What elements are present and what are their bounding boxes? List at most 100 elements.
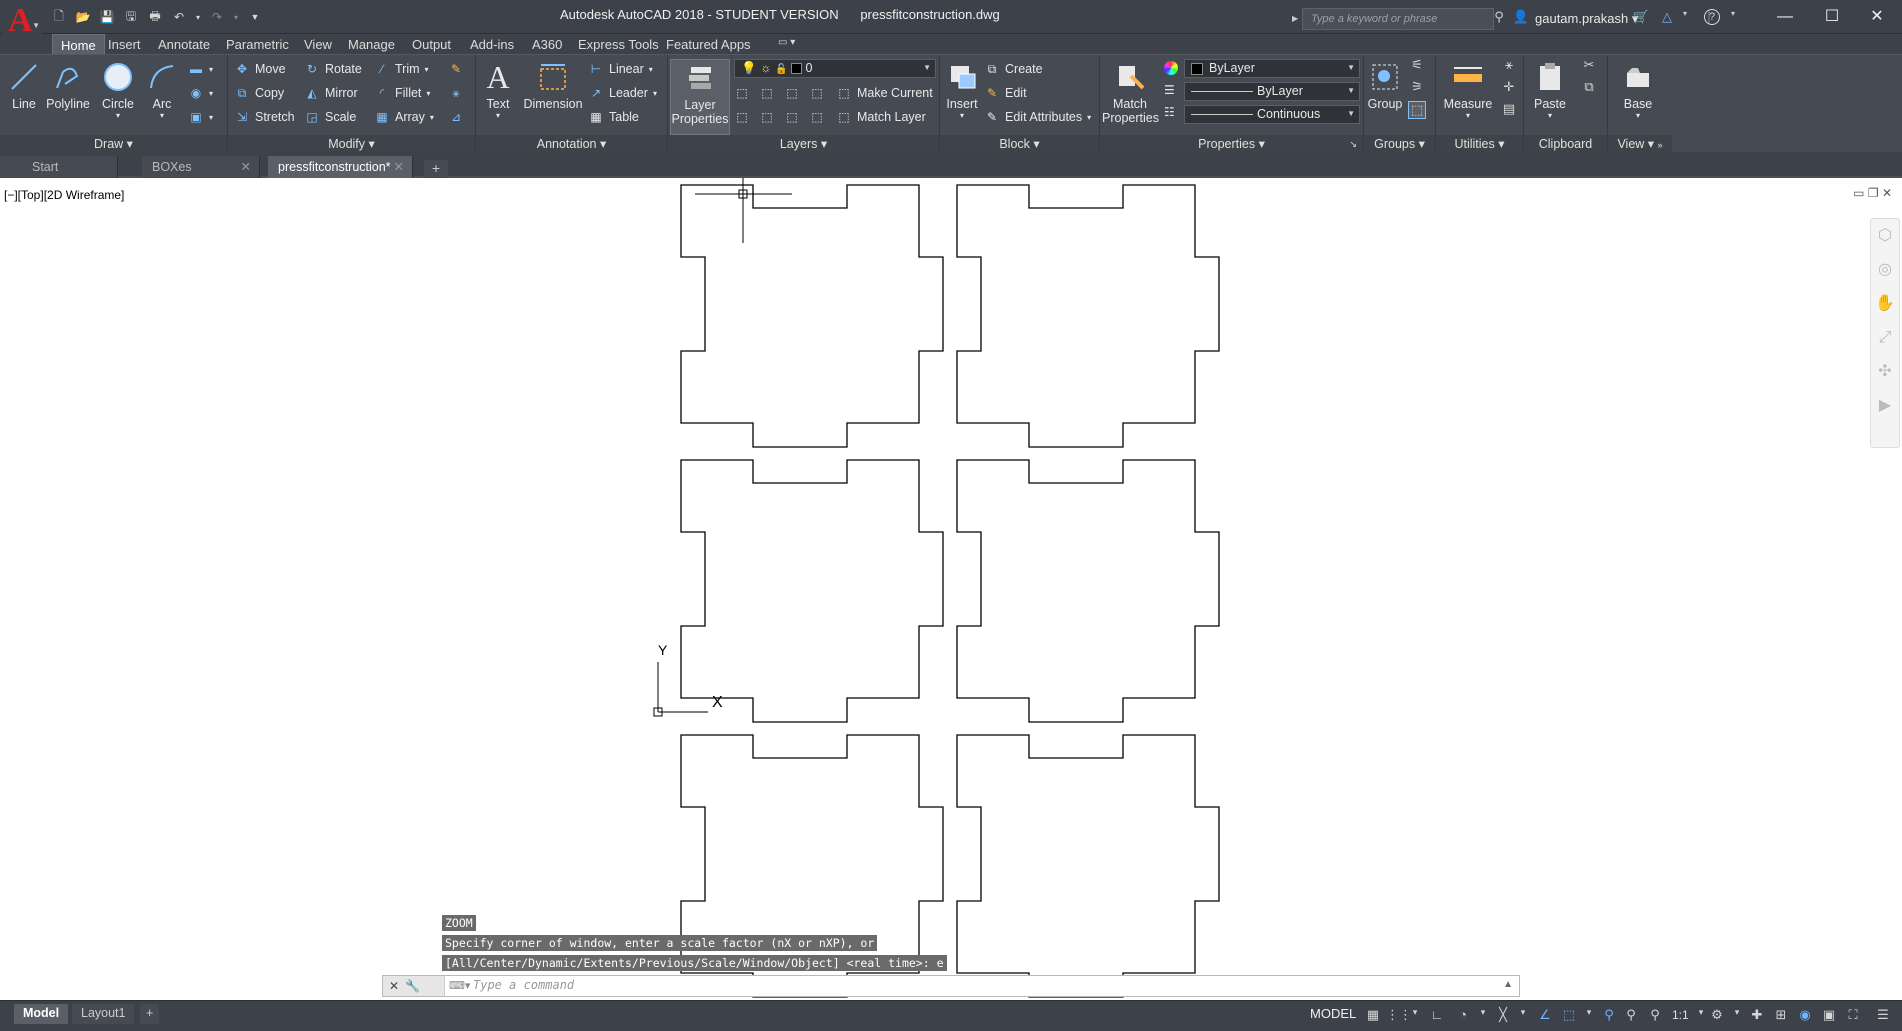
annotation-autoscale-icon[interactable]: ⚲ [1622, 1007, 1640, 1025]
text-button[interactable]: A Text ▾ [480, 59, 516, 121]
press-fit-piece[interactable] [680, 184, 944, 448]
close-icon[interactable]: ✕ [389, 979, 399, 993]
tab-express-tools[interactable]: Express Tools [570, 34, 667, 54]
match-layer-button[interactable]: ⬚ Match Layer [836, 107, 925, 127]
wrench-icon[interactable]: 🔧 [405, 979, 420, 993]
layer-isolate-icon[interactable]: ⬚ [759, 85, 775, 101]
dialog-launcher-icon[interactable]: ↘ [1349, 135, 1357, 153]
new-layout-button[interactable]: + [140, 1004, 160, 1024]
layers-panel-title[interactable]: Layers ▾ [668, 135, 939, 153]
maximize-button[interactable]: ☐ [1811, 4, 1853, 30]
redo-dropdown-icon[interactable]: ▾ [232, 8, 240, 26]
point-icon[interactable]: ✛ [1500, 79, 1518, 97]
customize-toolbar-icon[interactable]: ▼ [246, 8, 264, 26]
close-button[interactable]: ✕ [1856, 4, 1898, 30]
table-button[interactable]: ▦ Table [588, 107, 639, 127]
close-icon[interactable]: ✕ [241, 159, 251, 174]
leader-button[interactable]: ↗ Leader ▾ [588, 83, 657, 103]
layer-properties-button[interactable]: Layer Properties [670, 59, 730, 135]
linetype-dropdown[interactable]: Continuous ▼ [1184, 105, 1360, 124]
tab-view[interactable]: View [296, 34, 340, 54]
annotation-scale-value[interactable]: 1:1 [1672, 1008, 1689, 1022]
undo-icon[interactable]: ↶ [170, 8, 188, 26]
layer-unisolate-icon[interactable]: ⬚ [759, 109, 775, 125]
create-block-button[interactable]: ⧉ Create [984, 59, 1043, 79]
explode-button[interactable]: ⚹ [448, 83, 464, 103]
insert-button[interactable]: Insert ▾ [942, 59, 982, 120]
edit-block-button[interactable]: ✎ Edit [984, 83, 1027, 103]
clean-screen-icon[interactable]: ⛶ [1844, 1007, 1862, 1025]
isodraft-icon[interactable]: ╳ [1494, 1007, 1512, 1025]
measure-button[interactable]: Measure ▾ [1438, 59, 1498, 120]
erase-button[interactable]: ✎ [448, 59, 464, 79]
match-properties-button[interactable]: Match Properties [1102, 59, 1159, 125]
stretch-button[interactable]: ⇲ Stretch [234, 107, 295, 127]
help-icon[interactable]: ? [1704, 9, 1720, 25]
tab-manage[interactable]: Manage [340, 34, 403, 54]
array-button[interactable]: ▦ Array ▾ [374, 107, 434, 127]
edit-attributes-button[interactable]: ✎ Edit Attributes ▾ [984, 107, 1091, 127]
chevron-down-icon[interactable]: ▾ [1676, 9, 1694, 27]
chevron-down-icon[interactable]: ▾ [1580, 1007, 1598, 1025]
rectangle-button[interactable]: ▬ ▾ [188, 59, 213, 79]
cut-icon[interactable]: ✂ [1580, 57, 1598, 75]
group-button[interactable]: Group [1366, 59, 1404, 111]
make-current-button[interactable]: ⬚ Make Current [836, 83, 932, 103]
modify-panel-title[interactable]: Modify ▾ [228, 135, 475, 153]
clipboard-panel-title[interactable]: Clipboard [1524, 135, 1607, 153]
dimension-button[interactable]: Dimension [522, 59, 584, 111]
command-input[interactable]: Type a command [473, 978, 574, 992]
search-expand-icon[interactable]: ▶ [1292, 14, 1300, 23]
workspace-gear-icon[interactable]: ⚙ [1708, 1007, 1726, 1025]
annotation-visibility-icon[interactable]: ⚲ [1600, 1007, 1618, 1025]
chevron-down-icon[interactable]: ▾ [1406, 1007, 1424, 1025]
color-dropdown[interactable]: ByLayer ▼ [1184, 59, 1360, 78]
binoculars-icon[interactable]: ⚲ [1490, 9, 1508, 27]
tab-annotate[interactable]: Annotate [150, 34, 218, 54]
hardware-acceleration-icon[interactable]: ▣ [1820, 1007, 1838, 1025]
trim-button[interactable]: ⁄ Trim ▾ [374, 59, 429, 79]
paste-button[interactable]: Paste ▾ [1528, 59, 1572, 120]
ribbon-options-icon[interactable]: » [1658, 140, 1663, 150]
line-button[interactable]: Line [4, 59, 44, 111]
ungroup-icon[interactable]: ⚟ [1408, 57, 1426, 75]
layout-tab-model[interactable]: Model [14, 1004, 69, 1024]
layer-freeze-icon[interactable]: ⬚ [784, 85, 800, 101]
snap-icon[interactable]: ⋮⋮ [1386, 1007, 1412, 1025]
boundary-button[interactable]: ▣ ▾ [188, 107, 213, 127]
open-folder-icon[interactable]: 📂 [74, 8, 92, 26]
linear-button[interactable]: ⊢ Linear ▾ [588, 59, 653, 79]
annotation-panel-title[interactable]: Annotation ▾ [476, 135, 667, 153]
rotate-button[interactable]: ↻ Rotate [304, 59, 362, 79]
tab-insert[interactable]: Insert [100, 34, 149, 54]
file-tab-start[interactable]: Start [0, 156, 118, 178]
calculator-icon[interactable]: ▤ [1500, 101, 1518, 119]
arc-button[interactable]: Arc ▾ [144, 59, 180, 120]
press-fit-piece[interactable] [680, 459, 944, 723]
new-tab-button[interactable]: + [424, 160, 448, 178]
a360-icon[interactable]: △ [1658, 9, 1676, 27]
command-prompt-icon[interactable]: ⌨▾ [449, 979, 470, 992]
search-input[interactable]: Type a keyword or phrase [1302, 8, 1494, 30]
polar-icon[interactable]: ◔ [1454, 1007, 1472, 1025]
annotation-scale-icon[interactable]: ⚲ [1646, 1007, 1664, 1025]
press-fit-piece[interactable] [956, 459, 1220, 723]
groups-panel-title[interactable]: Groups ▾ [1364, 135, 1435, 153]
base-view-button[interactable]: Base ▾ [1618, 59, 1658, 120]
redo-icon[interactable]: ↷ [208, 8, 226, 26]
save-icon[interactable]: 💾 [98, 8, 116, 26]
move-button[interactable]: ✥ Move [234, 59, 286, 79]
hatch-button[interactable]: ◉ ▾ [188, 83, 213, 103]
layout-tab-layout1[interactable]: Layout1 [72, 1004, 135, 1024]
press-fit-piece[interactable] [956, 734, 1220, 998]
tab-a360[interactable]: A360 [524, 34, 570, 54]
chevron-down-icon[interactable]: ▾ [1514, 1007, 1532, 1025]
annotation-monitor-icon[interactable]: ✚ [1748, 1007, 1766, 1025]
model-space-button[interactable]: MODEL [1310, 1006, 1356, 1021]
layer-off-icon[interactable]: ⬚ [734, 85, 750, 101]
scale-button[interactable]: ◲ Scale [304, 107, 356, 127]
save-as-icon[interactable]: 🖫 [122, 8, 140, 26]
tab-output[interactable]: Output [404, 34, 459, 54]
drawing-canvas[interactable]: [−][Top][2D Wireframe] ▭ ❐ ✕ ⬡ ◎ ✋ ⤢ ✣ ▶ [0, 178, 1902, 1000]
file-tab-boxes[interactable]: BOXes ✕ [142, 156, 260, 178]
